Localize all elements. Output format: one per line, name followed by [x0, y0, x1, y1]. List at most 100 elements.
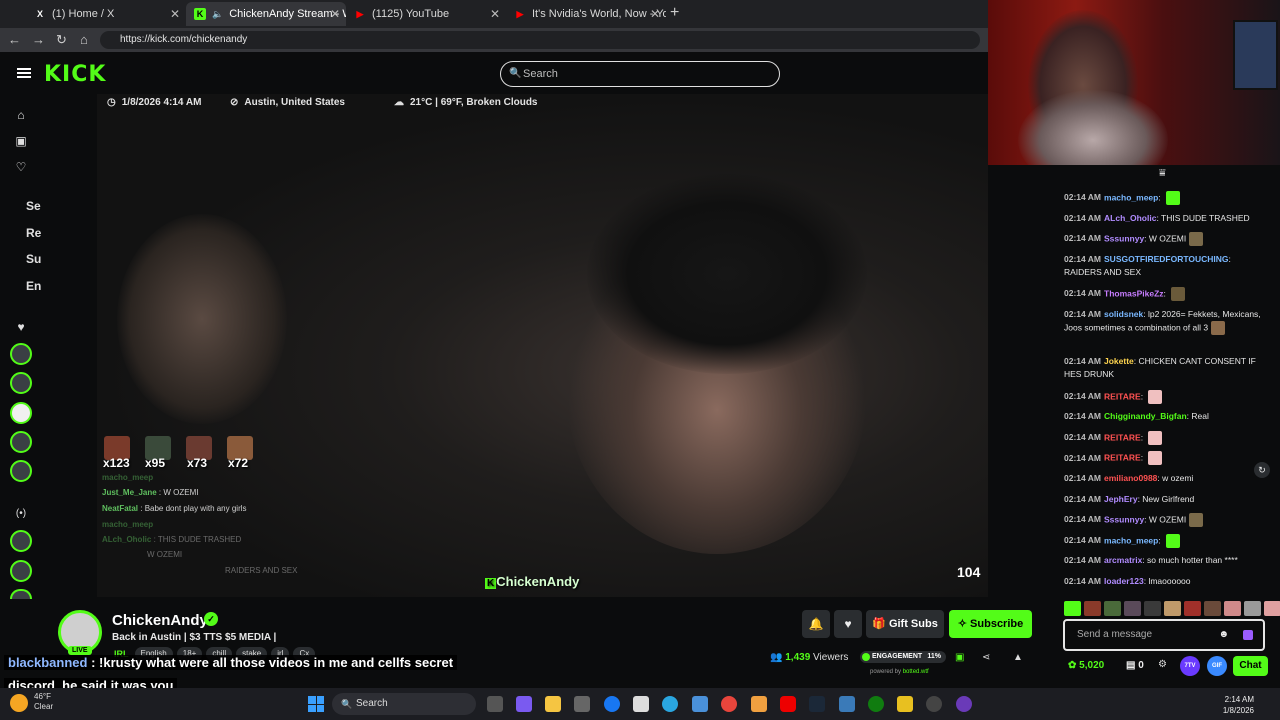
weather-icon[interactable] — [10, 694, 28, 712]
copilot-icon[interactable] — [516, 696, 532, 712]
chat-username[interactable]: arcmatrix — [1104, 555, 1142, 565]
close-tab-icon[interactable]: ✕ — [650, 7, 660, 21]
gif-button[interactable]: GIF — [1207, 656, 1227, 676]
chat-message[interactable]: 02:14 AM arcmatrix: so much hotter than *… — [1064, 554, 1270, 567]
followed-channel-avatar[interactable] — [10, 431, 32, 453]
edge-icon[interactable] — [662, 696, 678, 712]
following-heart-icon[interactable]: ♡ — [14, 160, 28, 174]
emote[interactable] — [1084, 601, 1101, 616]
scroll-return-icon[interactable]: ↻ — [1254, 462, 1270, 478]
store-icon[interactable] — [574, 696, 590, 712]
kick-logo[interactable]: KICK — [44, 62, 106, 87]
chat-username[interactable]: REITARE — [1104, 432, 1141, 442]
emote[interactable] — [1164, 601, 1181, 616]
notes-icon[interactable] — [897, 696, 913, 712]
chat-message[interactable]: 02:14 AM solidsnek: lp2 2026= Fekkets, Me… — [1064, 308, 1270, 335]
tab-youtube-nvidia[interactable]: ▶ It's Nvidia's World, Now - YouTube ✕ — [506, 2, 666, 26]
chat-username[interactable]: Sssunnyy — [1104, 233, 1144, 243]
weather-widget[interactable]: 46°F Clear — [34, 692, 53, 712]
chat-username[interactable]: Jokette — [1104, 356, 1134, 366]
youtube-app-icon[interactable] — [780, 696, 796, 712]
chat-username[interactable]: ALch_Oholic — [1104, 213, 1156, 223]
chat-username[interactable]: ThomasPikeZz — [1104, 288, 1164, 298]
browse-icon[interactable]: ▣ — [14, 134, 28, 148]
app-icon[interactable] — [751, 696, 767, 712]
sidebar-item-2[interactable]: Re — [26, 226, 41, 240]
emote[interactable] — [1184, 601, 1201, 616]
chat-message[interactable]: 02:14 AM JephEry: New Girlfrend — [1064, 493, 1270, 506]
chat-message[interactable]: 02:14 AM Sssunnyy: W OZEMI — [1064, 513, 1270, 528]
chat-username[interactable]: macho_meep — [1104, 535, 1158, 545]
chat-username[interactable]: SUSGOTFIREDFORTOUCHING — [1104, 254, 1229, 264]
chat-username[interactable]: macho_meep — [1104, 192, 1158, 202]
emote[interactable] — [1244, 601, 1261, 616]
home-icon[interactable]: ⌂ — [14, 108, 28, 122]
emoji-icon[interactable]: ☻ — [1218, 621, 1229, 649]
chat-username[interactable]: REITARE — [1104, 391, 1141, 401]
speaker-icon[interactable]: 🔈 — [212, 9, 223, 20]
followed-channel-avatar[interactable] — [10, 460, 32, 482]
clip-icon[interactable]: ▣ — [955, 652, 964, 663]
amazon-icon[interactable] — [633, 696, 649, 712]
chat-message[interactable]: 02:14 AM ALch_Oholic: THIS DUDE TRASHED — [1064, 212, 1270, 225]
emote[interactable] — [1124, 601, 1141, 616]
back-icon[interactable]: ← — [8, 32, 21, 47]
calculator-icon[interactable] — [692, 696, 708, 712]
emote[interactable] — [1064, 601, 1081, 616]
chat-username[interactable]: Chigginandy_Bigfan — [1104, 411, 1187, 421]
task-view-icon[interactable] — [487, 696, 503, 712]
kick-emote-icon[interactable] — [1243, 630, 1253, 640]
sidebar-item-1[interactable]: Se — [26, 199, 41, 213]
followed-channel-avatar[interactable] — [10, 343, 32, 365]
tab-youtube[interactable]: ▶ (1125) YouTube ✕ — [346, 2, 506, 26]
app-icon[interactable] — [839, 696, 855, 712]
chat-username[interactable]: emiliano0988 — [1104, 473, 1157, 483]
report-icon[interactable]: ▲ — [1013, 652, 1023, 663]
forward-icon[interactable]: → — [32, 32, 45, 47]
share-icon[interactable]: ⋖ — [982, 652, 990, 663]
facebook-icon[interactable] — [604, 696, 620, 712]
chrome-icon[interactable] — [721, 696, 737, 712]
chat-username[interactable]: JephEry — [1104, 494, 1138, 504]
new-tab-icon[interactable]: + — [670, 4, 679, 22]
subscribe-button[interactable]: ✧ Subscribe — [949, 610, 1032, 638]
followed-channel-avatar[interactable] — [10, 402, 32, 424]
close-tab-icon[interactable]: ✕ — [170, 7, 180, 21]
send-chat-button[interactable]: Chat — [1233, 656, 1268, 676]
chat-message[interactable]: 02:14 AM SUSGOTFIREDFORTOUCHING: RAIDERS … — [1064, 253, 1270, 279]
7tv-button[interactable]: 7TV — [1180, 656, 1200, 676]
app-icon[interactable] — [926, 696, 942, 712]
chat-message[interactable]: 02:14 AM loader123: lmaoooooo — [1064, 575, 1270, 588]
gift-subs-button[interactable]: 🎁 Gift Subs — [866, 610, 944, 638]
emote[interactable] — [1144, 601, 1161, 616]
chat-message[interactable]: 02:14 AM macho_meep: — [1064, 191, 1270, 205]
settings-gear-icon[interactable]: ⚙ — [1158, 659, 1167, 670]
file-explorer-icon[interactable] — [545, 696, 561, 712]
xbox-icon[interactable] — [868, 696, 884, 712]
chat-message[interactable]: 02:14 AM emiliano0988: w ozemi — [1064, 472, 1270, 485]
notification-bell-button[interactable]: 🔔 — [802, 610, 830, 638]
channel-points[interactable]: ✿ 5,020 — [1068, 660, 1104, 671]
chat-message[interactable]: 02:14 AM macho_meep: — [1064, 533, 1270, 548]
search-input[interactable]: 🔍 Search — [500, 61, 780, 87]
chat-message[interactable]: 02:14 AM REITARE: — [1064, 389, 1270, 404]
obs-icon[interactable] — [956, 696, 972, 712]
chat-message[interactable]: 02:14 AM REITARE: — [1064, 430, 1270, 445]
emote[interactable] — [1224, 601, 1241, 616]
chat-username[interactable]: Sssunnyy — [1104, 514, 1144, 524]
home-icon[interactable]: ⌂ — [80, 32, 88, 47]
emote[interactable] — [1264, 601, 1280, 616]
steam-icon[interactable] — [809, 696, 825, 712]
chat-message[interactable]: 02:14 AM Jokette: CHICKEN CANT CONSENT IF… — [1064, 355, 1270, 381]
chat-message[interactable]: 02:14 AM REITARE: — [1064, 451, 1270, 466]
emote[interactable] — [1104, 601, 1121, 616]
close-tab-icon[interactable]: ✕ — [490, 7, 500, 21]
video-player[interactable]: ◷ 1/8/2026 4:14 AM ⊘ Austin, United Stat… — [97, 94, 988, 597]
channel-name[interactable]: ChickenAndy — [112, 612, 208, 629]
followed-channel-avatar[interactable] — [10, 372, 32, 394]
pinned-toggle-icon[interactable]: ⩸ — [1159, 167, 1166, 180]
chat-message[interactable]: 02:14 AM Sssunnyy: W OZEMI — [1064, 232, 1270, 247]
start-button[interactable] — [308, 696, 324, 712]
taskbar-search[interactable]: 🔍 Search — [332, 693, 476, 715]
sidebar-item-3[interactable]: Su — [26, 252, 41, 266]
